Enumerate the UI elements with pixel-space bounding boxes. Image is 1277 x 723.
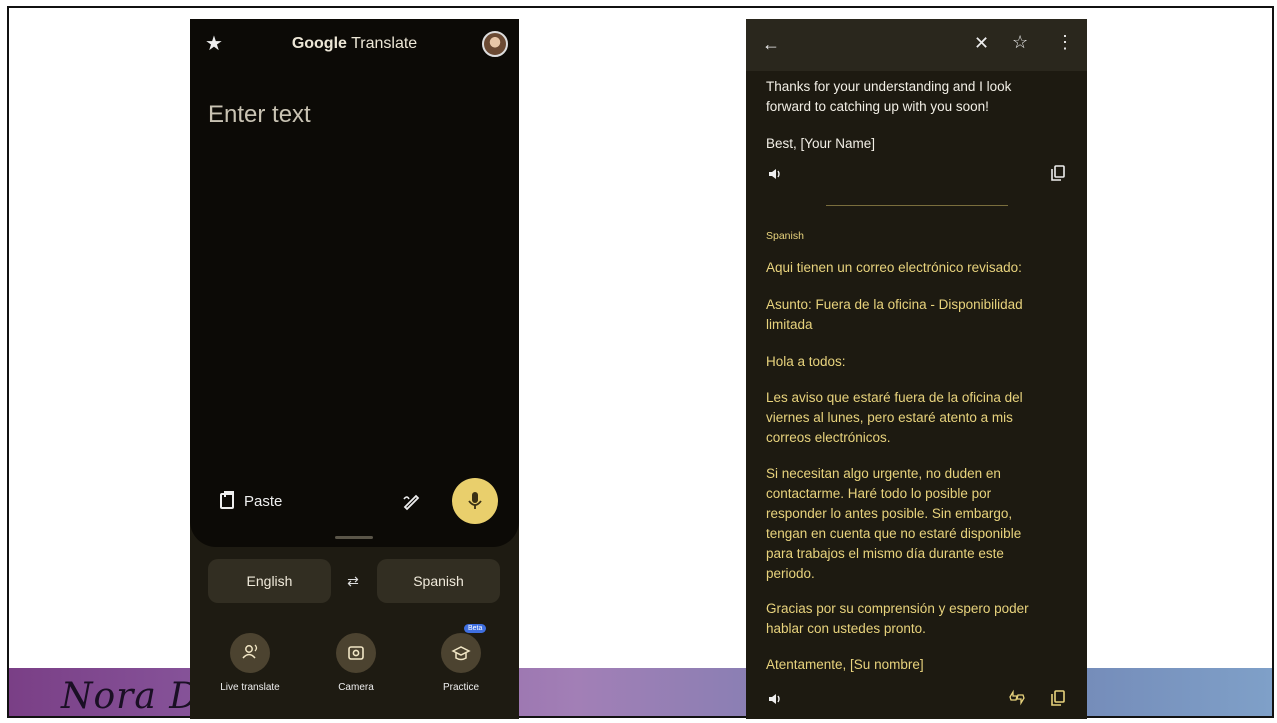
camera-icon [336,633,376,673]
target-language-button[interactable]: Spanish [377,559,500,603]
live-translate-icon [230,633,270,673]
practice-icon: Beta [441,624,487,673]
translation-line: periodo. [766,566,815,581]
star-outline-icon[interactable]: ☆ [1012,32,1028,53]
input-panel[interactable]: ★ Google Translate Enter text Paste [190,19,519,547]
swap-languages-icon[interactable]: ⇄ [340,569,366,593]
feature-label: Live translate [220,682,280,693]
more-vert-icon[interactable]: ⋮ [1056,32,1074,53]
text-input-placeholder[interactable]: Enter text [208,101,311,129]
translation-line: responder lo antes posible. Sin embargo, [766,506,1013,521]
feature-practice[interactable]: Beta Practice [416,624,506,693]
paste-button[interactable]: Paste [220,489,282,513]
translation-line: hablar con ustedes pronto. [766,621,926,636]
translate-home-screen: ★ Google Translate Enter text Paste Engl… [190,19,519,719]
feature-label: Camera [338,682,374,693]
translation-result-screen: ← ✕ ☆ ⋮ Thanks for your understanding an… [746,19,1087,719]
app-title-brand: Google [291,35,347,52]
app-title-rest: Translate [346,35,418,52]
translation-line: Les aviso que estaré fuera de la oficina… [766,390,1023,405]
source-text-line: forward to catching up with you soon! [766,99,989,114]
translation-line: Asunto: Fuera de la oficina - Disponibil… [766,297,1023,312]
translation-line: contactarme. Haré todo lo posible por [766,486,992,501]
translation-line: viernes al lunes, pero estaré atento a m… [766,410,1013,425]
translation-line: para trabajos el mismo día durante este [766,546,1004,561]
drag-handle[interactable] [335,536,373,539]
feedback-thumbs-icon[interactable] [1008,688,1026,706]
translation-line: limitada [766,317,813,332]
author-name: Nora D [61,676,200,717]
translation-line: Aqui tienen un correo electrónico revisa… [766,260,1022,275]
back-arrow-icon[interactable]: ← [762,34,780,55]
source-text-line: Thanks for your understanding and I look [766,79,1012,94]
translation-line: Hola a todos: [766,354,846,369]
translation-line: tengan en cuenta que no estaré disponibl… [766,526,1022,541]
microphone-icon [468,492,482,509]
microphone-button[interactable] [452,478,498,524]
handwriting-icon[interactable] [401,491,423,513]
feature-camera[interactable]: Camera [311,633,401,693]
translation-line: correos electrónicos. [766,430,891,445]
clipboard-icon [220,491,234,509]
beta-badge: Beta [464,624,487,633]
translation-line: Gracias por su comprensión y espero pode… [766,601,1029,616]
avatar[interactable] [482,31,508,57]
divider [826,205,1008,206]
result-header: ← ✕ ☆ ⋮ [746,19,1087,71]
source-text-line: Best, [Your Name] [766,136,876,151]
copy-icon[interactable] [1049,689,1067,707]
copy-icon[interactable] [1049,164,1067,182]
source-language-button[interactable]: English [208,559,331,603]
speaker-icon[interactable] [766,165,784,183]
translation-line: Atentamente, [Su nombre] [766,657,924,672]
app-title: Google Translate [190,35,519,53]
paste-label: Paste [244,492,283,510]
translation-line: Si necesitan algo urgente, no duden en [766,466,1001,481]
feature-live-translate[interactable]: Live translate [205,633,295,693]
feature-label: Practice [442,682,480,693]
target-language-label: Spanish [766,230,804,242]
speaker-icon[interactable] [766,690,784,708]
close-icon[interactable]: ✕ [974,33,989,54]
